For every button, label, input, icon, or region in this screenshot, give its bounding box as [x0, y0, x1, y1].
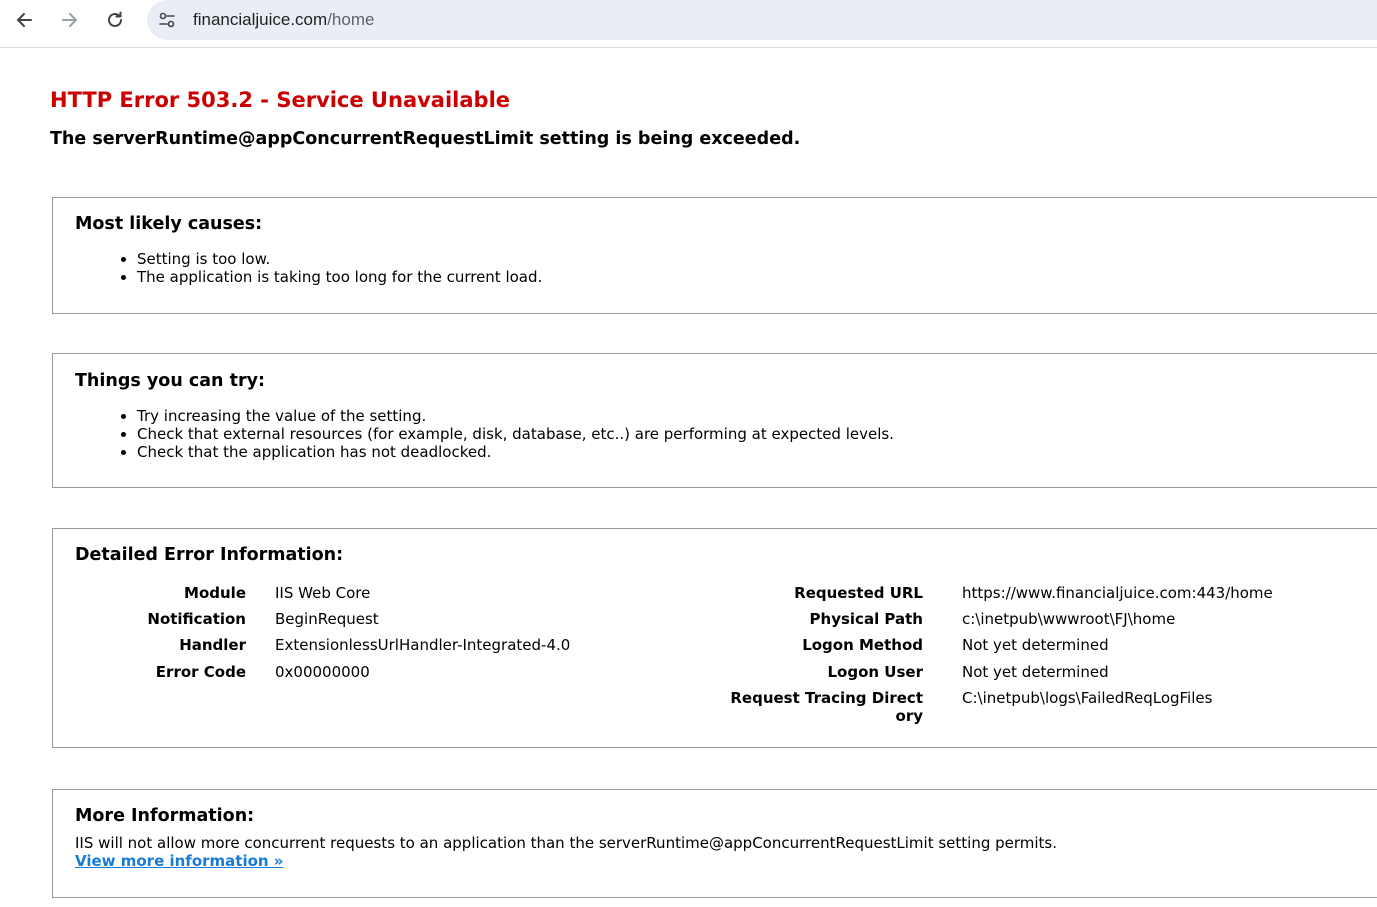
details-heading: Detailed Error Information:: [75, 545, 344, 565]
detail-value-logon-user: Not yet determined: [962, 663, 1109, 681]
list-item: Try increasing the value of the setting.: [137, 407, 894, 425]
more-info-box: More Information: IIS will not allow mor…: [52, 789, 1377, 898]
site-info-icon[interactable]: [156, 9, 178, 31]
toolbar-divider: [0, 47, 1377, 48]
try-box: Things you can try: Try increasing the v…: [52, 353, 1377, 488]
browser-toolbar: financialjuice.com/home: [0, 0, 1377, 40]
list-item: Setting is too low.: [137, 250, 542, 268]
detail-value-module: IIS Web Core: [275, 584, 371, 602]
detail-label-tracing-line2: ory: [895, 707, 923, 725]
detail-label-tracing-line1: Request Tracing Direct: [730, 689, 923, 707]
detail-value-physical-path: c:\inetpub\wwwroot\FJ\home: [962, 610, 1176, 628]
list-item: The application is taking too long for t…: [137, 268, 542, 286]
try-heading: Things you can try:: [75, 371, 266, 391]
detail-label-logon-method: Logon Method: [802, 636, 923, 654]
back-button[interactable]: [9, 4, 41, 36]
detail-label-module: Module: [184, 584, 246, 602]
causes-box: Most likely causes: Setting is too low. …: [52, 197, 1377, 314]
detail-label-logon-user: Logon User: [827, 663, 924, 681]
reload-icon: [108, 11, 122, 27]
error-title: HTTP Error 503.2 - Service Unavailable: [50, 88, 511, 112]
list-item: Check that external resources (for examp…: [137, 425, 894, 443]
back-arrow-icon: [17, 13, 32, 27]
details-box: Detailed Error Information: Module IIS W…: [52, 528, 1377, 748]
view-more-information-link[interactable]: View more information »: [75, 852, 283, 870]
url-host: financialjuice.com: [193, 10, 328, 29]
error-subtitle: The serverRuntime@appConcurrentRequestLi…: [50, 129, 801, 149]
try-list: Try increasing the value of the setting.…: [115, 407, 894, 461]
detail-value-requested-url: https://www.financialjuice.com:443/home: [962, 584, 1273, 602]
detail-label-requested-url: Requested URL: [794, 584, 923, 602]
url-path: /home: [327, 10, 375, 29]
detail-value-error-code: 0x00000000: [275, 663, 370, 681]
detail-value-handler: ExtensionlessUrlHandler-Integrated-4.0: [275, 636, 571, 654]
more-info-text: IIS will not allow more concurrent reque…: [75, 834, 1058, 852]
causes-heading: Most likely causes:: [75, 214, 263, 234]
detail-label-handler: Handler: [179, 636, 246, 654]
reload-button[interactable]: [99, 4, 131, 36]
url-text[interactable]: financialjuice.com/home: [193, 10, 374, 30]
detail-label-notification: Notification: [147, 610, 246, 628]
list-item: Check that the application has not deadl…: [137, 443, 894, 461]
causes-list: Setting is too low. The application is t…: [115, 250, 542, 286]
forward-button[interactable]: [53, 4, 85, 36]
detail-label-physical-path: Physical Path: [809, 610, 923, 628]
forward-arrow-icon: [62, 13, 77, 27]
address-bar[interactable]: financialjuice.com/home: [147, 0, 1377, 40]
detail-value-tracing-directory: C:\inetpub\logs\FailedReqLogFiles: [962, 689, 1213, 707]
detail-label-error-code: Error Code: [155, 663, 246, 681]
detail-value-notification: BeginRequest: [275, 610, 379, 628]
more-info-heading: More Information:: [75, 806, 255, 826]
detail-label-tracing-directory: Request Tracing Direct ory: [730, 689, 923, 725]
detail-value-logon-method: Not yet determined: [962, 636, 1109, 654]
